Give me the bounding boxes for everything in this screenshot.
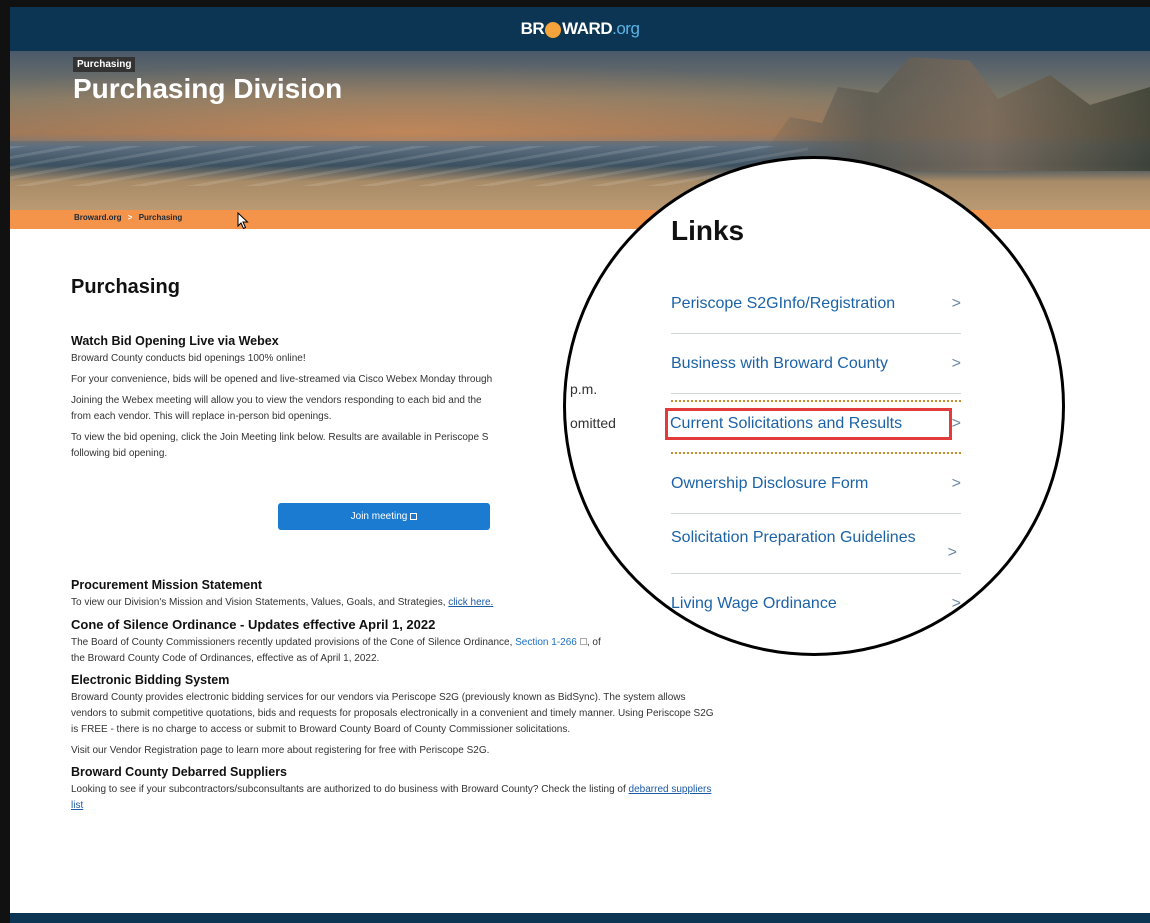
broward-logo[interactable]: BR WARD .org xyxy=(521,19,640,39)
external-link-icon xyxy=(410,513,418,520)
link-label: Current Solicitations and Results xyxy=(665,408,952,440)
ebid-p1: Broward County provides electronic biddi… xyxy=(71,692,714,735)
logo-text-rest: WARD xyxy=(562,19,613,38)
link-business-with-broward[interactable]: Business with Broward County > xyxy=(671,334,961,394)
hero-waves xyxy=(10,146,808,186)
webex-p4-line1: To view the bid opening, click the Join … xyxy=(71,432,489,443)
peek-text-pm: p.m. xyxy=(570,381,598,397)
link-living-wage[interactable]: Living Wage Ordinance > xyxy=(671,574,961,634)
mission-click-here-link[interactable]: click here. xyxy=(448,597,493,608)
chevron-right-icon: > xyxy=(951,415,961,432)
links-heading: Links xyxy=(671,215,745,246)
webex-p4-line2: following bid opening. xyxy=(71,448,168,459)
link-periscope-registration[interactable]: Periscope S2GInfo/Registration > xyxy=(671,274,961,334)
hero-kicker: Purchasing xyxy=(73,57,136,72)
breadcrumb-current: Purchasing xyxy=(138,213,183,222)
ebid-title: Electronic Bidding System xyxy=(71,673,230,687)
mission-text: To view our Division's Mission and Visio… xyxy=(71,595,721,611)
mission-section: Procurement Mission Statement To view ou… xyxy=(71,578,721,819)
link-label: Living Wage Ordinance xyxy=(671,595,837,612)
hero-banner: Purchasing Purchasing Division xyxy=(10,51,1150,210)
breadcrumb-home[interactable]: Broward.org xyxy=(74,213,122,222)
link-solicitation-guidelines[interactable]: Solicitation Preparation Guidelines > xyxy=(671,514,961,574)
chevron-right-icon: > xyxy=(951,595,961,612)
link-label: Ownership Disclosure Form xyxy=(671,474,869,492)
logo-text-main: BR xyxy=(520,19,545,38)
cone-text-a: The Board of County Commissioners recent… xyxy=(71,637,513,648)
section-1-266-link[interactable]: Section 1-266 xyxy=(515,637,577,648)
join-meeting-label: Join meeting xyxy=(350,511,408,522)
chevron-right-icon: > xyxy=(951,354,961,372)
cone-text-c: the Broward County Code of Ordinances, e… xyxy=(71,653,380,664)
logo-sun-icon xyxy=(545,22,562,38)
link-current-solicitations[interactable]: Current Solicitations and Results > xyxy=(665,394,961,454)
mission-text-body: To view our Division's Mission and Visio… xyxy=(71,597,446,608)
debarred-title: Broward County Debarred Suppliers xyxy=(71,765,288,779)
zoom-callout: p.m. omitted Links Periscope S2GInfo/Reg… xyxy=(563,156,1065,656)
ebid-p2: Visit our Vendor Registration page to le… xyxy=(71,745,490,756)
chevron-right-icon: > xyxy=(951,474,961,492)
debarred-text-body: Looking to see if your subcontractors/su… xyxy=(71,784,626,795)
debarred-text: Looking to see if your subcontractors/su… xyxy=(71,782,721,814)
link-label: Periscope S2GInfo/Registration xyxy=(671,294,896,312)
webex-p3-line2: from each vendor. This will replace in-p… xyxy=(71,411,332,422)
chevron-right-icon: > xyxy=(947,543,957,561)
cone-text: The Board of County Commissioners recent… xyxy=(71,635,721,667)
join-meeting-button[interactable]: Join meeting xyxy=(278,503,490,530)
mouse-cursor-icon xyxy=(237,212,249,230)
link-label: Solicitation Preparation Guidelines xyxy=(671,528,916,546)
breadcrumb: Broward.org > Purchasing xyxy=(74,213,182,222)
footer-strip xyxy=(10,913,1150,923)
page-title: Purchasing Division xyxy=(73,73,343,104)
webex-p3-line1: Joining the Webex meeting will allow you… xyxy=(71,395,482,406)
cone-title: Cone of Silence Ordinance - Updates effe… xyxy=(71,617,436,632)
cone-text-b: , of xyxy=(586,637,601,648)
logo-text-org: .org xyxy=(612,19,640,38)
site-header: BR WARD .org xyxy=(10,7,1150,51)
link-label: Business with Broward County xyxy=(671,354,888,372)
mission-title: Procurement Mission Statement xyxy=(71,578,263,592)
peek-text-omitted: omitted xyxy=(570,415,616,431)
external-link-icon xyxy=(579,638,587,645)
link-ownership-disclosure[interactable]: Ownership Disclosure Form > xyxy=(671,454,961,514)
chevron-right-icon: > xyxy=(951,294,961,312)
breadcrumb-separator: > xyxy=(127,213,133,222)
